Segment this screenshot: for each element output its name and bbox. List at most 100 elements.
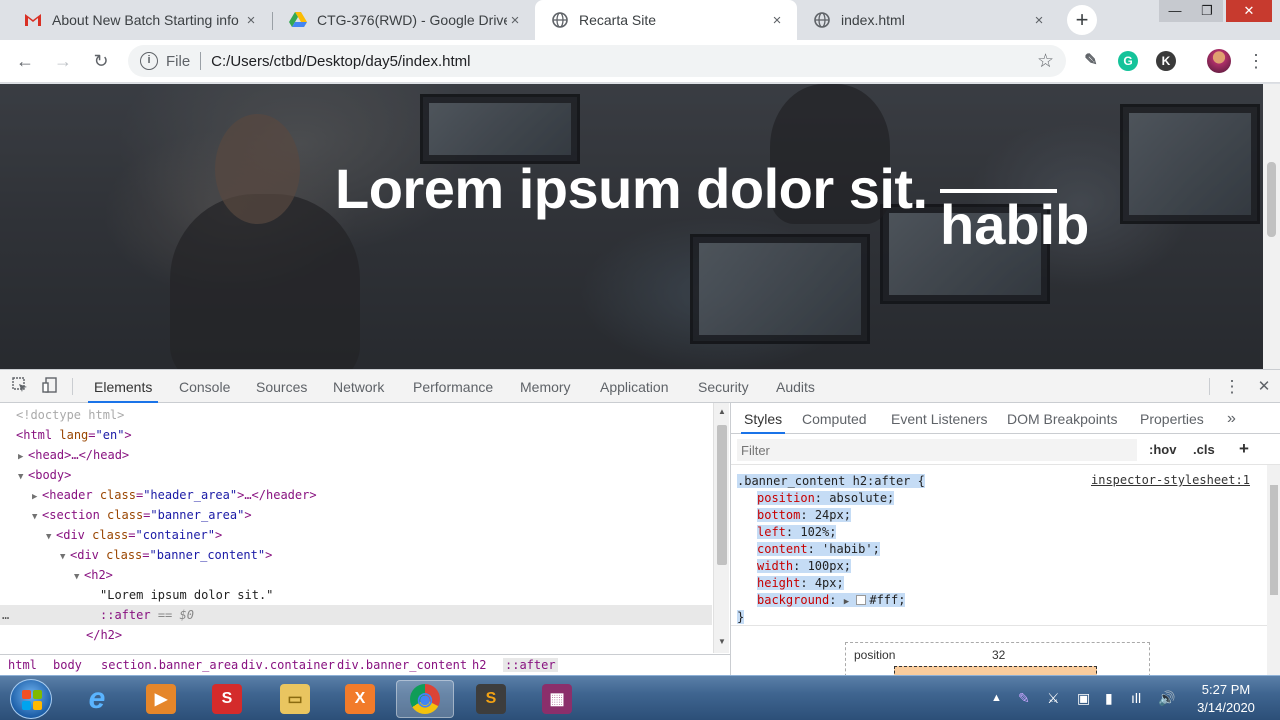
reload-button[interactable]: ↻: [88, 48, 114, 74]
minimize-button[interactable]: —: [1159, 0, 1191, 22]
breadcrumb-body[interactable]: body: [53, 658, 82, 672]
tab-google-drive[interactable]: CTG-376(RWD) - Google Drive ×: [273, 0, 535, 40]
elements-scrollbar[interactable]: ▲ ▼: [713, 403, 729, 653]
breadcrumb-banner-content[interactable]: div.banner_content: [337, 658, 467, 672]
scroll-up-icon[interactable]: ▲: [714, 407, 730, 416]
breadcrumb-html[interactable]: html: [8, 658, 37, 672]
info-icon[interactable]: i: [140, 52, 158, 70]
browser-menu-icon[interactable]: ⋮: [1243, 48, 1269, 74]
dom-head[interactable]: ▶ <head>…</head>: [0, 445, 712, 465]
class-toggle-button[interactable]: .cls: [1193, 442, 1215, 457]
dom-html[interactable]: <html lang="en">: [0, 425, 712, 445]
declaration-bottom[interactable]: bottom: 24px;: [737, 507, 1267, 524]
tab-console[interactable]: Console: [173, 370, 236, 403]
tab-security[interactable]: Security: [692, 370, 755, 403]
elements-scroll-thumb[interactable]: [717, 425, 727, 565]
dom-div-banner-content[interactable]: ▼ <div class="banner_content">: [0, 545, 712, 565]
styles-scrollbar[interactable]: [1267, 465, 1280, 676]
start-button[interactable]: [10, 679, 52, 719]
taskbar-chrome[interactable]: ◉: [396, 680, 454, 718]
dom-body[interactable]: ▼ <body>: [0, 465, 712, 485]
color-swatch[interactable]: [856, 595, 867, 605]
pen-tray-icon[interactable]: ✎: [1018, 690, 1030, 707]
collapse-triangle-icon[interactable]: ▼: [32, 507, 42, 527]
taskbar-winrar[interactable]: ▦: [528, 680, 586, 718]
close-icon[interactable]: ×: [243, 12, 259, 29]
scroll-down-icon[interactable]: ▼: [714, 637, 730, 646]
breadcrumb-section[interactable]: section.banner_area: [101, 658, 238, 672]
collapse-triangle-icon[interactable]: ▼: [74, 567, 84, 587]
more-dots-icon[interactable]: …: [2, 605, 9, 625]
inspect-element-icon[interactable]: [10, 377, 30, 397]
tab-gmail[interactable]: About New Batch Starting info ×: [8, 0, 271, 40]
taskbar-sublime-text[interactable]: S: [462, 680, 520, 718]
show-hidden-icons-icon[interactable]: ▲: [991, 692, 1002, 704]
volume-icon[interactable]: 🔊: [1158, 690, 1175, 707]
breadcrumb-h2[interactable]: h2: [472, 658, 486, 672]
page-scrollbar[interactable]: [1263, 84, 1280, 369]
declaration-height[interactable]: height: 4px;: [737, 575, 1267, 592]
k-extension-icon[interactable]: K: [1156, 51, 1176, 71]
taskbar-xampp[interactable]: X: [331, 680, 389, 718]
declaration-background[interactable]: background: ▶ #fff;: [737, 592, 1267, 609]
expand-triangle-icon[interactable]: ▶: [32, 487, 42, 507]
address-bar[interactable]: i File C:/Users/ctbd/Desktop/day5/index.…: [128, 45, 1066, 77]
dom-section[interactable]: ▼ <section class="banner_area">: [0, 505, 712, 525]
tab-recarta-site[interactable]: Recarta Site ×: [535, 0, 797, 40]
bookmark-star-icon[interactable]: ☆: [1037, 50, 1054, 73]
tab-memory[interactable]: Memory: [514, 370, 577, 403]
tab-dom-breakpoints[interactable]: DOM Breakpoints: [1004, 403, 1120, 434]
new-rule-button[interactable]: +: [1239, 439, 1249, 459]
tab-audits[interactable]: Audits: [770, 370, 821, 403]
display-tray-icon[interactable]: ▣: [1077, 690, 1090, 707]
close-icon[interactable]: ×: [507, 12, 523, 29]
styles-filter-input[interactable]: [737, 439, 1137, 461]
dom-header[interactable]: ▶ <header class="header_area">…</header>: [0, 485, 712, 505]
tab-elements[interactable]: Elements: [88, 370, 159, 403]
tab-index-html[interactable]: index.html ×: [797, 0, 1059, 40]
forward-button[interactable]: →: [50, 48, 76, 74]
dom-h2[interactable]: ▼ <h2>: [0, 565, 712, 585]
close-icon[interactable]: ×: [769, 12, 785, 29]
expand-triangle-icon[interactable]: ▶: [18, 447, 28, 467]
tab-event-listeners[interactable]: Event Listeners: [888, 403, 991, 434]
declaration-left[interactable]: left: 102%;: [737, 524, 1267, 541]
styles-scroll-thumb[interactable]: [1270, 485, 1278, 595]
dom-doctype[interactable]: <!doctype html>: [0, 405, 712, 425]
collapse-triangle-icon[interactable]: ▼: [46, 527, 56, 547]
breadcrumb-after[interactable]: ::after: [503, 658, 558, 672]
expand-triangle-icon[interactable]: ▶: [844, 597, 849, 607]
declaration-width[interactable]: width: 100px;: [737, 558, 1267, 575]
tab-application[interactable]: Application: [594, 370, 675, 403]
grammarly-icon[interactable]: G: [1118, 51, 1138, 71]
more-tabs-icon[interactable]: »: [1224, 403, 1239, 434]
taskbar-media-player[interactable]: ▶: [132, 680, 190, 718]
box-model-value[interactable]: 32: [992, 648, 1005, 662]
network-signal-icon[interactable]: ıll: [1131, 690, 1141, 706]
tab-performance[interactable]: Performance: [407, 370, 499, 403]
profile-avatar[interactable]: [1207, 49, 1231, 73]
address-url[interactable]: C:/Users/ctbd/Desktop/day5/index.html: [211, 53, 470, 70]
window-close-button[interactable]: ✕: [1226, 0, 1272, 22]
declaration-content[interactable]: content: 'habib';: [737, 541, 1267, 558]
collapse-triangle-icon[interactable]: ▼: [60, 547, 70, 567]
collapse-triangle-icon[interactable]: ▼: [18, 467, 28, 487]
eyedropper-icon[interactable]: ✎: [1081, 51, 1101, 71]
tab-computed[interactable]: Computed: [799, 403, 870, 434]
maximize-button[interactable]: ❐: [1191, 0, 1223, 22]
page-scroll-thumb[interactable]: [1267, 162, 1276, 237]
device-toolbar-icon[interactable]: [40, 377, 60, 397]
tab-network[interactable]: Network: [327, 370, 390, 403]
stylesheet-source-link[interactable]: inspector-stylesheet:1: [1091, 473, 1250, 487]
taskbar-internet-explorer[interactable]: e: [68, 680, 126, 718]
close-icon[interactable]: ×: [1031, 12, 1047, 29]
devtools-close-icon[interactable]: ✕: [1254, 377, 1274, 397]
new-tab-button[interactable]: +: [1067, 5, 1097, 35]
taskbar-file-explorer[interactable]: ▭: [266, 680, 324, 718]
taskbar-office[interactable]: S: [198, 680, 256, 718]
system-clock[interactable]: 5:27 PM 3/14/2020: [1186, 681, 1266, 717]
tab-sources[interactable]: Sources: [250, 370, 313, 403]
dom-div-container[interactable]: ▼ <div class="container">: [0, 525, 712, 545]
tab-styles[interactable]: Styles: [741, 403, 786, 434]
tools-tray-icon[interactable]: ⚔: [1047, 690, 1060, 707]
